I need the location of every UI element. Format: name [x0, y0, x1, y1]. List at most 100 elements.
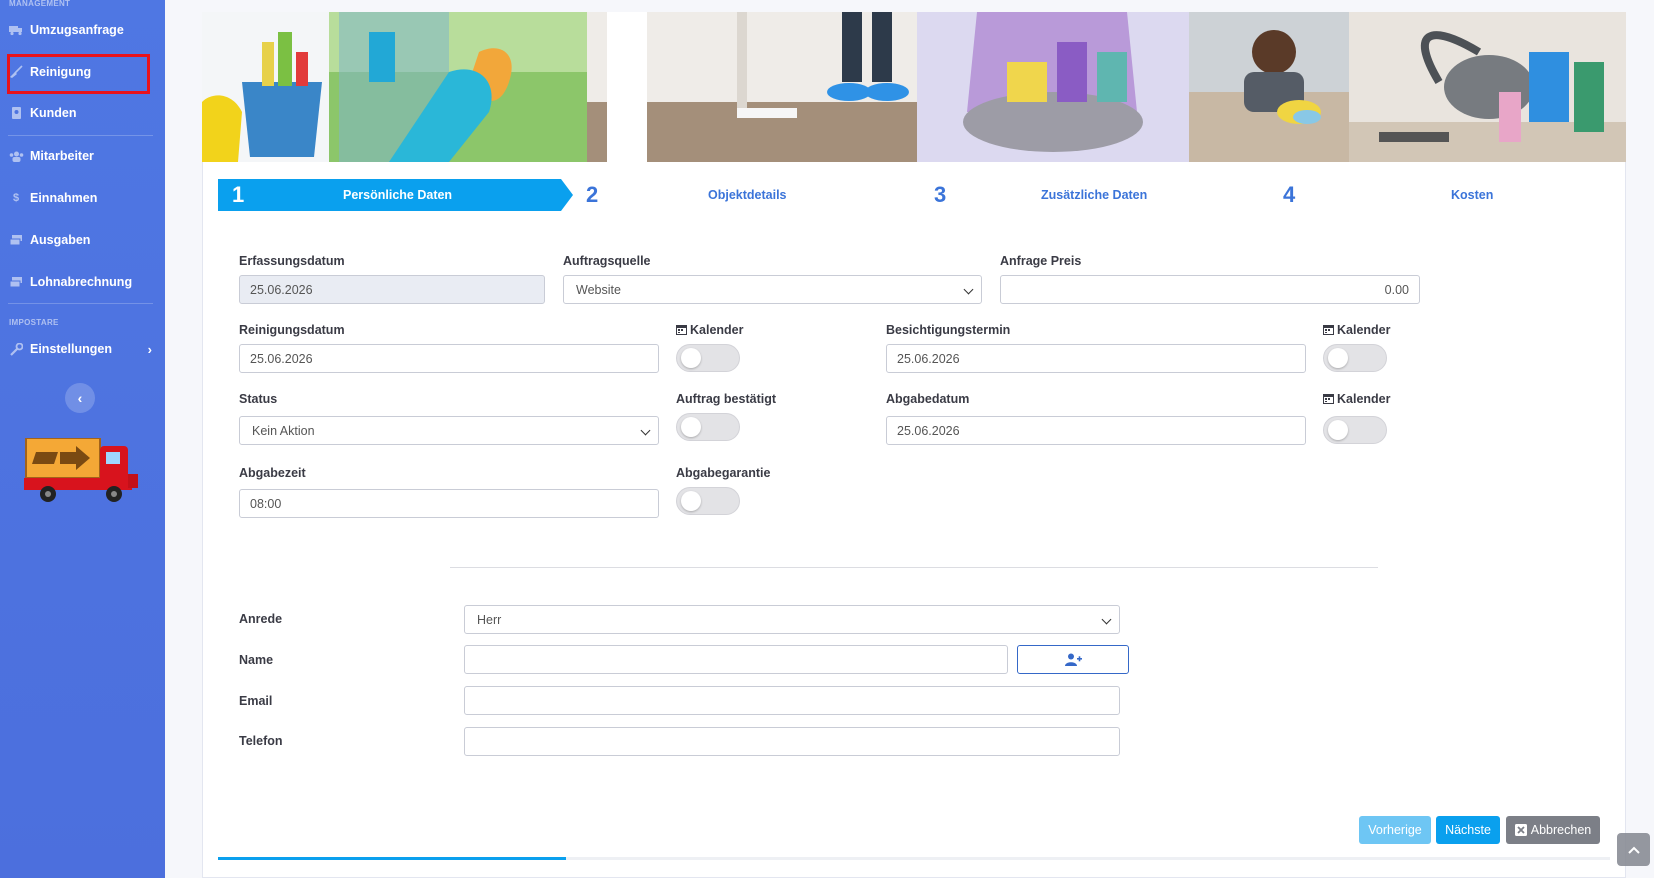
step-title: Zusätzliche Daten [1041, 188, 1148, 202]
sidebar-toggle-button[interactable]: ‹ [65, 383, 95, 413]
sidebar-heading-management: MANAGEMENT [9, 0, 71, 8]
email-label: Email [239, 694, 273, 708]
telefon-input[interactable] [464, 727, 1120, 756]
status-select[interactable]: Kein Aktion [239, 416, 659, 445]
sidebar-item-label: Ausgaben [30, 233, 91, 247]
truck-logo [24, 438, 138, 502]
email-input[interactable] [464, 686, 1120, 715]
sidebar-item-label: Mitarbeiter [30, 149, 94, 163]
anfrage-preis-input[interactable]: 0.00 [1000, 275, 1420, 304]
auftragsquelle-select[interactable]: Website [563, 275, 982, 304]
kalender-text: Kalender [1337, 392, 1391, 406]
kalender-label: Kalender [1323, 323, 1391, 337]
abgabezeit-label: Abgabezeit [239, 466, 306, 480]
sidebar-item-label: Lohnabrechnung [30, 275, 133, 289]
besichtigungstermin-label: Besichtigungstermin [886, 323, 1011, 337]
sidebar-item-label: Umzugsanfrage [30, 23, 124, 37]
kalender-toggle[interactable] [1323, 416, 1387, 444]
banner-photo-cleaning-supplies [917, 12, 1189, 162]
name-label: Name [239, 653, 274, 667]
previous-label: Vorherige [1368, 823, 1422, 837]
name-input[interactable] [464, 645, 1008, 674]
sidebar-divider [8, 303, 153, 304]
anrede-label: Anrede [239, 612, 283, 626]
besichtigungstermin-input[interactable]: 25.06.2026 [886, 344, 1306, 373]
cancel-button[interactable]: Abbrechen [1506, 816, 1600, 844]
chevron-left-icon: ‹ [77, 390, 83, 406]
step-number: 2 [586, 182, 599, 207]
anfrage-preis-value: 0.00 [1384, 282, 1409, 297]
progress-bar [218, 857, 566, 860]
next-button[interactable]: Nächste [1436, 816, 1500, 844]
banner-photo-woman-wiping [1189, 12, 1349, 162]
abgabedatum-value: 25.06.2026 [897, 423, 960, 438]
abgabegarantie-toggle[interactable] [676, 487, 740, 515]
kalender-toggle[interactable] [676, 344, 740, 372]
sidebar-item-ausgaben[interactable]: Ausgaben [8, 228, 152, 252]
cancel-label: Abbrechen [1530, 823, 1592, 837]
sidebar-item-umzugsanfrage[interactable]: Umzugsanfrage [8, 18, 152, 42]
sidebar-item-einnahmen[interactable]: $ Einnahmen [8, 186, 152, 210]
step-additional-data[interactable]: 3 Zusätzliche Daten [918, 179, 1263, 211]
step-object-details[interactable]: 2 Objektdetails [573, 179, 918, 211]
auftrag-bestaetigt-label: Auftrag bestätigt [676, 392, 776, 406]
cleaning-banner [202, 12, 1626, 162]
banner-photo-window [329, 12, 587, 162]
step-personal-data[interactable]: 1 Persönliche Daten [218, 179, 573, 211]
auftragsquelle-label: Auftragsquelle [563, 254, 651, 268]
abgabezeit-input[interactable]: 08:00 [239, 489, 659, 518]
wizard-steps: 1 Persönliche Daten 2 Objektdetails 3 Zu… [218, 179, 1610, 211]
kalender-toggle[interactable] [1323, 344, 1387, 372]
add-customer-button[interactable] [1017, 645, 1129, 674]
reinigungsdatum-input[interactable]: 25.06.2026 [239, 344, 659, 373]
calendar-icon [676, 325, 687, 335]
calendar-icon [1323, 394, 1334, 404]
abgabegarantie-label: Abgabegarantie [676, 466, 771, 480]
besichtigungstermin-value: 25.06.2026 [897, 351, 960, 366]
step-number: 4 [1283, 182, 1296, 207]
sidebar-item-reinigung[interactable]: Reinigung [8, 60, 152, 84]
wrench-icon [8, 341, 24, 357]
broom-icon [8, 64, 24, 80]
anrede-select[interactable]: Herr [464, 605, 1120, 634]
sidebar-item-mitarbeiter[interactable]: Mitarbeiter [8, 144, 152, 168]
sidebar-item-label: Reinigung [30, 65, 92, 79]
banner-photo-vacuum [1349, 12, 1626, 162]
anfrage-preis-label: Anfrage Preis [1000, 254, 1082, 268]
abgabedatum-input[interactable]: 25.06.2026 [886, 416, 1306, 445]
previous-button[interactable]: Vorherige [1359, 816, 1431, 844]
chevron-up-icon [1627, 846, 1640, 854]
scroll-to-top-button[interactable] [1617, 833, 1650, 866]
kalender-label: Kalender [676, 323, 744, 337]
banner-photo-floor-mop [587, 12, 917, 162]
abgabedatum-label: Abgabedatum [886, 392, 970, 406]
kalender-text: Kalender [1337, 323, 1391, 337]
step-costs[interactable]: 4 Kosten [1263, 179, 1608, 211]
sidebar-item-label: Einnahmen [30, 191, 98, 205]
step-title: Objektdetails [708, 188, 787, 202]
step-title: Kosten [1451, 188, 1494, 202]
anrede-value: Herr [477, 612, 502, 627]
auftrag-bestaetigt-toggle[interactable] [676, 413, 740, 441]
step-title: Persönliche Daten [343, 188, 453, 202]
close-square-icon [1514, 824, 1527, 836]
sidebar-item-einstellungen[interactable]: Einstellungen › [8, 337, 152, 361]
banner-photo-bucket [202, 12, 329, 162]
user-plus-icon [1064, 653, 1082, 666]
abgabezeit-value: 08:00 [250, 496, 282, 511]
truck-icon [8, 22, 24, 38]
chevron-right-icon: › [147, 341, 152, 357]
sidebar: MANAGEMENT Umzugsanfrage Reinigung Kunde… [0, 0, 165, 878]
status-label: Status [239, 392, 278, 406]
step-number: 3 [934, 182, 947, 207]
money-icon [8, 274, 24, 290]
sidebar-item-lohnabrechnung[interactable]: Lohnabrechnung [8, 270, 152, 294]
reinigungsdatum-value: 25.06.2026 [250, 351, 313, 366]
sidebar-item-label: Einstellungen [30, 342, 112, 356]
erfassungsdatum-field: 25.06.2026 [239, 275, 545, 304]
auftragsquelle-value: Website [576, 282, 621, 297]
sidebar-item-kunden[interactable]: Kunden [8, 101, 152, 125]
erfassungsdatum-label: Erfassungsdatum [239, 254, 345, 268]
step-number: 1 [232, 182, 245, 207]
kalender-label: Kalender [1323, 392, 1391, 406]
